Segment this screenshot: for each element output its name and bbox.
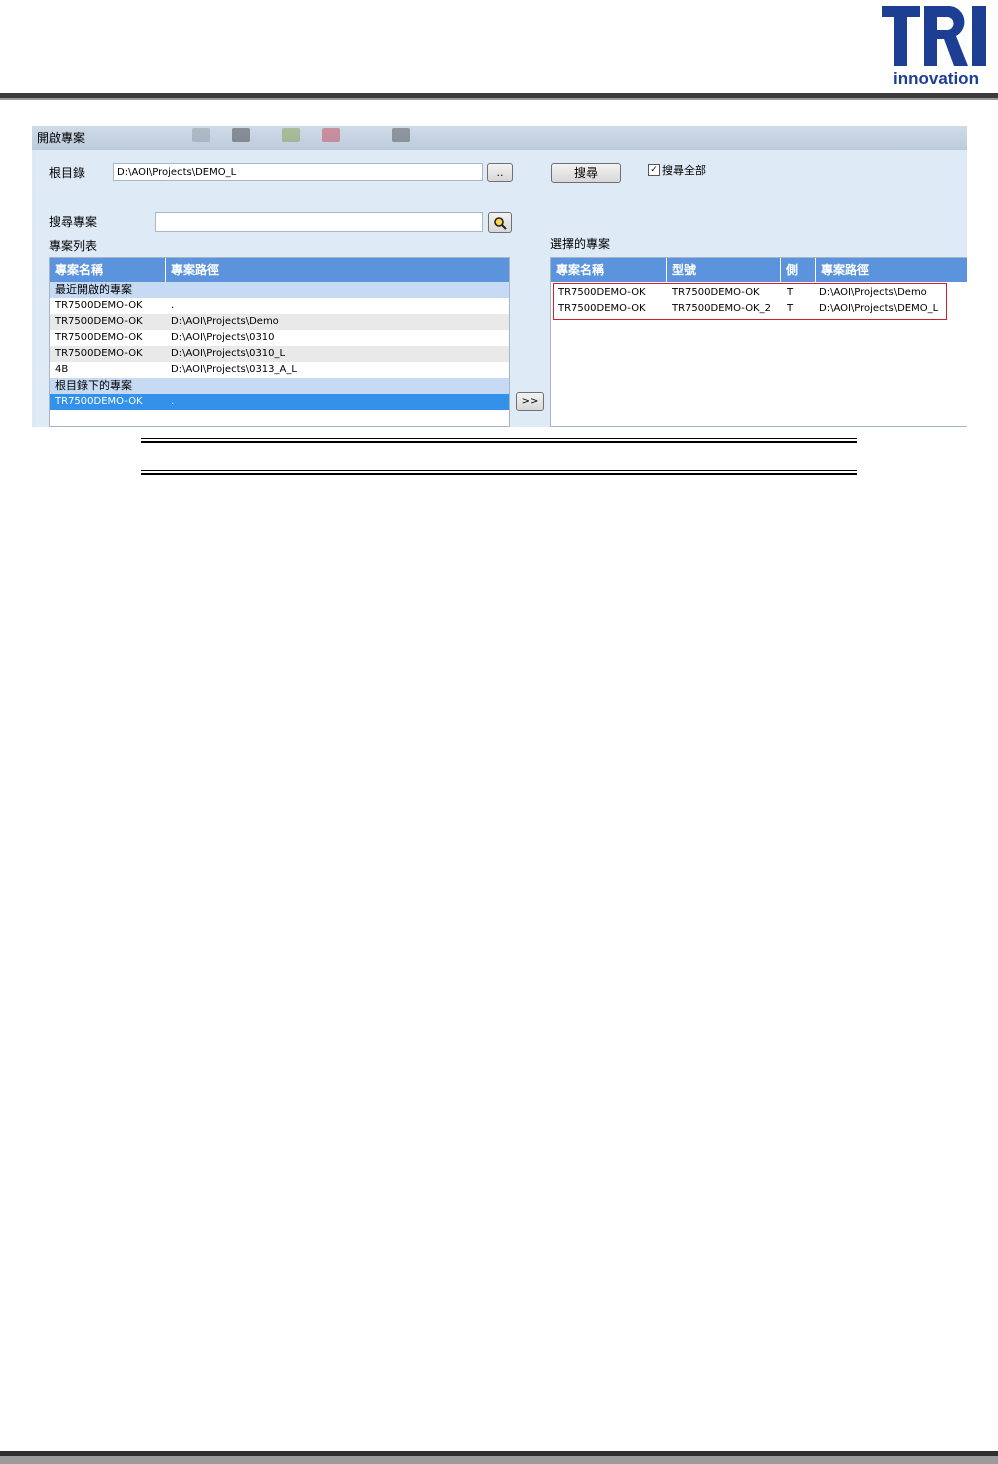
- row-name: TR7500DEMO-OK: [55, 396, 143, 407]
- rule: [141, 441, 857, 443]
- table-row[interactable]: TR7500DEMO-OK D:\AOI\Projects\0310: [50, 330, 509, 346]
- row-path: D:\AOI\Projects\0310_L: [171, 348, 286, 359]
- root-dir-label: 根目錄: [49, 166, 86, 180]
- row-name: TR7500DEMO-OK: [55, 300, 143, 311]
- toolbar-ghost-icon: [322, 128, 340, 142]
- open-project-dialog: 開啟專案 根目錄 D:\AOI\Projects\DEMO_L .. 搜尋 ✓ …: [32, 126, 967, 427]
- grid-header: 專案名稱 型號 側 專案路徑: [551, 258, 967, 282]
- table-row[interactable]: TR7500DEMO-OK .: [50, 298, 509, 314]
- row-name: TR7500DEMO-OK: [55, 316, 143, 327]
- toolbar-ghost-icon: [192, 128, 210, 142]
- column-header[interactable]: 專案名稱: [551, 258, 667, 282]
- project-list-grid: 專案名稱 專案路徑 最近開啟的專案 TR7500DEMO-OK . TR7500…: [49, 257, 510, 427]
- row-path: .: [171, 396, 175, 407]
- group-row: 根目錄下的專案: [50, 378, 509, 394]
- grid-header: 專案名稱 專案路徑: [50, 258, 509, 282]
- row-path: D:\AOI\Projects\0313_A_L: [171, 364, 297, 375]
- selected-projects-label: 選擇的專案: [550, 237, 611, 251]
- row-name: 4B: [55, 364, 69, 375]
- search-all-checkbox[interactable]: ✓: [648, 164, 660, 176]
- table-row-selected[interactable]: TR7500DEMO-OK .: [50, 394, 509, 410]
- row-name: TR7500DEMO-OK: [55, 348, 143, 359]
- toolbar-ghost-icon: [392, 128, 410, 142]
- magnifier-icon: [494, 217, 507, 230]
- tri-innovation-logo: innovation: [882, 6, 986, 88]
- rule: [141, 438, 857, 439]
- row-path: D:\AOI\Projects\0310: [171, 332, 275, 343]
- header-rule-shadow: [0, 98, 998, 100]
- dialog-titlebar: 開啟專案: [32, 126, 967, 150]
- table-row[interactable]: 4B D:\AOI\Projects\0313_A_L: [50, 362, 509, 378]
- group-label: 根目錄下的專案: [55, 379, 132, 392]
- browse-button[interactable]: ..: [487, 163, 513, 182]
- search-all-label: 搜尋全部: [662, 164, 706, 177]
- table-row[interactable]: TR7500DEMO-OK D:\AOI\Projects\0310_L: [50, 346, 509, 362]
- dialog-title: 開啟專案: [37, 131, 86, 145]
- toolbar-ghost-icon: [282, 128, 300, 142]
- footer-rule-shadow: [0, 1456, 998, 1464]
- find-button[interactable]: [488, 212, 512, 233]
- column-header[interactable]: 型號: [667, 258, 781, 282]
- toolbar-ghost-icon: [232, 128, 250, 142]
- column-header[interactable]: 側: [781, 258, 816, 282]
- column-header[interactable]: 專案名稱: [50, 258, 166, 282]
- root-dir-input[interactable]: D:\AOI\Projects\DEMO_L: [113, 163, 483, 181]
- row-name: TR7500DEMO-OK: [55, 332, 143, 343]
- column-header[interactable]: 專案路徑: [166, 258, 509, 282]
- dialog-body: 根目錄 D:\AOI\Projects\DEMO_L .. 搜尋 ✓ 搜尋全部 …: [36, 150, 967, 427]
- group-row: 最近開啟的專案: [50, 282, 509, 298]
- rule: [141, 473, 857, 475]
- project-list-label: 專案列表: [49, 239, 98, 253]
- column-header[interactable]: 專案路徑: [816, 258, 967, 282]
- svg-text:innovation: innovation: [893, 69, 979, 88]
- search-project-label: 搜尋專案: [49, 215, 98, 229]
- search-button[interactable]: 搜尋: [551, 163, 621, 183]
- row-path: D:\AOI\Projects\Demo: [171, 316, 279, 327]
- rule: [141, 470, 857, 471]
- group-label: 最近開啟的專案: [55, 283, 132, 296]
- search-project-input[interactable]: [155, 212, 483, 232]
- table-row[interactable]: TR7500DEMO-OK D:\AOI\Projects\Demo: [50, 314, 509, 330]
- highlight-box: [553, 283, 947, 320]
- row-path: .: [171, 300, 175, 311]
- add-to-selected-button[interactable]: >>: [516, 392, 544, 411]
